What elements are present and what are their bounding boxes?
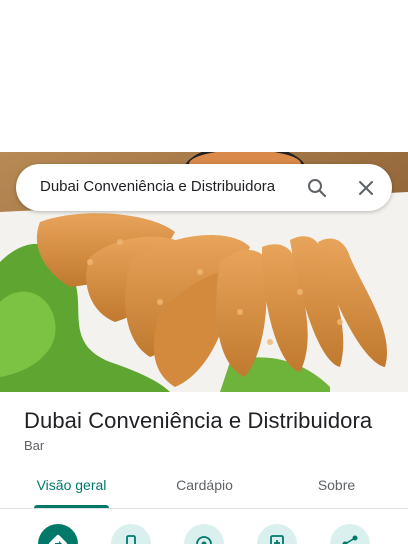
directions-button[interactable]: [38, 524, 78, 544]
tab-bar: Visão geral Cardápio Sobre: [0, 468, 408, 509]
location-button[interactable]: [184, 524, 224, 544]
save-icon: [270, 535, 284, 544]
share-button[interactable]: [330, 524, 370, 544]
location-icon: [196, 536, 212, 544]
tab-menu[interactable]: Cardápio: [133, 468, 276, 508]
save-button[interactable]: [257, 524, 297, 544]
share-icon: [342, 535, 358, 544]
directions-icon: [48, 534, 68, 544]
tab-about[interactable]: Sobre: [265, 468, 408, 508]
call-button[interactable]: [111, 524, 151, 544]
place-title: Dubai Conveniência e Distribuidora: [24, 408, 373, 433]
close-icon[interactable]: [354, 176, 378, 200]
search-icon[interactable]: [305, 176, 329, 200]
active-tab-indicator: [34, 505, 109, 508]
phone-icon: [126, 535, 136, 544]
action-row: [0, 520, 408, 544]
place-category: Bar: [24, 438, 45, 453]
search-input[interactable]: Dubai Conveniência e Distribuidora: [40, 178, 275, 195]
search-bar[interactable]: Dubai Conveniência e Distribuidora: [16, 164, 392, 211]
tab-overview[interactable]: Visão geral: [0, 468, 143, 508]
top-blank-area: [0, 0, 408, 152]
